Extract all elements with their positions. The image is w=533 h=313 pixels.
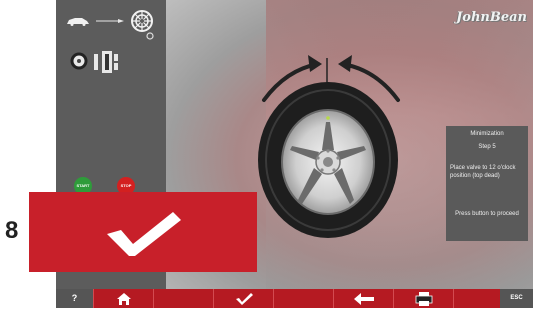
back-button[interactable] xyxy=(333,289,394,308)
info-step: Step 5 xyxy=(478,144,496,150)
info-panel: Minimization Step 5 Place valve to 12 o'… xyxy=(446,126,528,241)
home-button[interactable] xyxy=(93,289,154,308)
arrow-left-icon xyxy=(354,293,374,305)
arrow-right-icon xyxy=(96,19,124,23)
tire-diagram xyxy=(258,55,400,238)
step-number: 8 xyxy=(5,217,19,244)
brand-logo: JohnBean xyxy=(456,10,527,25)
tool-icon[interactable] xyxy=(94,51,120,73)
info-press-instruction: Press button to proceed xyxy=(455,211,519,217)
home-icon xyxy=(117,293,131,305)
blank-button-3[interactable] xyxy=(453,289,501,308)
esc-button[interactable]: ESC xyxy=(500,289,533,308)
printer-icon xyxy=(415,292,433,306)
blank-button-2[interactable] xyxy=(273,289,334,308)
car-icon[interactable] xyxy=(66,16,90,26)
rim-icon[interactable] xyxy=(70,52,88,70)
info-title: Minimization xyxy=(470,131,504,137)
checkmark-icon xyxy=(236,293,253,305)
wheel-icon[interactable] xyxy=(131,10,153,32)
info-instruction: Place valve to 12 o'clock position (top … xyxy=(450,165,516,179)
confirm-button[interactable] xyxy=(213,289,274,308)
gear-icon xyxy=(146,32,154,40)
blank-button-1[interactable] xyxy=(153,289,214,308)
large-checkmark-icon xyxy=(107,212,181,256)
confirm-check-overlay[interactable] xyxy=(29,192,257,272)
valve-dot xyxy=(326,116,330,120)
bottom-toolbar: ? ESC xyxy=(56,289,533,308)
help-button[interactable]: ? xyxy=(56,289,93,308)
print-button[interactable] xyxy=(393,289,454,308)
